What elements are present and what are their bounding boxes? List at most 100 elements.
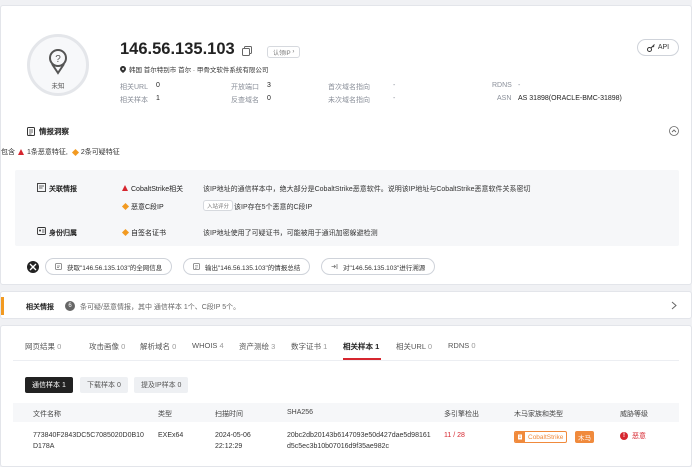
api-button[interactable]: API <box>637 39 679 56</box>
action-output-summary[interactable]: 输出"146.56.135.103"的情报总结 <box>183 258 311 275</box>
tab-count: 1 <box>323 342 328 351</box>
tab-web-results[interactable]: 网页结果 0 <box>25 341 61 352</box>
family-tag[interactable]: CobaltStrike <box>514 431 568 443</box>
claim-ip-label: 认领IP <box>273 50 291 57</box>
stat-value-first-domain: - <box>393 82 396 89</box>
desc-malicious-c-segment: 该IP存在5个恶意的C段IP <box>234 204 313 211</box>
tab-rdns[interactable]: RDNS 0 <box>448 341 476 350</box>
related-text: 条可疑/恶意情报，其中 通信样本 1个、C段IP 5个。 <box>80 304 241 311</box>
subtab-download-samples[interactable]: 下载样本 0 <box>80 377 128 393</box>
tab-count: 0 <box>471 341 476 350</box>
col-sha256: SHA256 <box>287 409 314 416</box>
avatar-label: 未知 <box>51 83 65 90</box>
subtab-comm-samples[interactable]: 通信样本 1 <box>25 377 73 393</box>
report-icon <box>193 263 200 270</box>
action-fetch-global-info[interactable]: 获取"146.56.135.103"的全网信息 <box>45 258 173 275</box>
col-scan-time: 扫描时间 <box>215 411 243 418</box>
malware-icon <box>515 432 525 442</box>
related-intel-bar[interactable]: 相关情报 6 条可疑/恶意情报，其中 通信样本 1个、C段IP 5个。 <box>0 291 692 319</box>
stat-value-asn[interactable]: AS 31898(ORACLE-BMC-31898) <box>518 95 622 102</box>
stat-label-reverse-domains: 反查域名 <box>231 97 259 104</box>
summary-prefix: 包含 <box>1 149 15 156</box>
tab-count: 0 <box>57 342 62 351</box>
stat-value-last-domain: - <box>393 95 396 102</box>
stat-value-ports[interactable]: 3 <box>267 82 271 89</box>
cell-filename-1[interactable]: 773840F2843DC5C7085020D0B10 <box>33 432 144 439</box>
stat-label-ports: 开放端口 <box>231 84 259 91</box>
tab-count: 1 <box>375 342 380 351</box>
tab-attack-profile[interactable]: 攻击画像 0 <box>89 341 125 352</box>
chevron-right-icon[interactable] <box>671 301 677 310</box>
ip-title: 146.56.135.103 <box>120 40 235 58</box>
group-title-related: 关联情报 <box>49 186 77 193</box>
col-family: 木马家族和类型 <box>514 411 563 418</box>
ai-assistant-icon <box>27 261 39 273</box>
copy-icon[interactable] <box>242 46 252 56</box>
stat-label-first-domain: 首次域名指向 <box>328 84 370 91</box>
stat-value-reverse-domains[interactable]: 0 <box>267 95 271 102</box>
tab-asset-mapping[interactable]: 资产测绘 3 <box>239 341 275 352</box>
insight-header: 情报洞察 <box>27 126 69 137</box>
stat-label-last-domain: 未次域名指向 <box>328 97 370 104</box>
col-engines: 多引擎检出 <box>444 411 479 418</box>
tag-self-signed-cert: 自签名证书 <box>131 230 166 237</box>
subtab-mention-samples[interactable]: 提及IP样本 0 <box>134 377 189 393</box>
tab-certificates[interactable]: 数字证书 1 <box>291 341 327 352</box>
tab-label: 攻击画像 <box>89 342 119 351</box>
ip-summary-card: ? 未知 146.56.135.103 认领IP › 韩国 首尔特别市 首尔 ·… <box>0 5 692 285</box>
tab-label: RDNS <box>448 341 470 350</box>
svg-text:?: ? <box>55 54 61 65</box>
tab-related-samples[interactable]: 相关样本 1 <box>343 341 379 352</box>
stat-value-urls[interactable]: 0 <box>156 82 160 89</box>
cell-detections: 11 / 28 <box>444 432 465 439</box>
tab-label: 资产测绘 <box>239 342 269 351</box>
tag-malicious-c-segment: 恶意C段IP <box>131 204 164 211</box>
tab-resolved-domains[interactable]: 解析域名 0 <box>140 341 176 352</box>
insight-doc-icon <box>27 127 35 136</box>
malicious-triangle-icon <box>122 185 128 191</box>
action-trace-label: 对"146.56.135.103"进行溯源 <box>343 264 426 272</box>
alert-icon: ! <box>620 432 628 440</box>
col-threat-level: 威胁等级 <box>620 411 648 418</box>
stat-label-urls: 相关URL <box>120 84 149 91</box>
threat-level-label: 恶意 <box>632 433 646 440</box>
desc-self-signed-cert: 该IP地址使用了可疑证书，可能被用于通讯加密躲避检测 <box>203 230 378 237</box>
cell-filename-2[interactable]: D178A <box>33 443 54 450</box>
stat-value-samples[interactable]: 1 <box>156 95 160 102</box>
tab-label: 相关样本 <box>343 342 373 351</box>
claim-ip-button[interactable]: 认领IP › <box>267 46 301 58</box>
tab-label: 网页结果 <box>25 342 55 351</box>
malicious-triangle-icon <box>18 149 24 155</box>
group-title-identity: 身份归属 <box>49 230 77 237</box>
suspicious-diamond-icon <box>71 148 79 156</box>
tab-count: 0 <box>427 342 432 351</box>
col-type: 类型 <box>158 411 172 418</box>
tabs-divider <box>13 360 679 361</box>
tab-count: 0 <box>121 342 126 351</box>
cell-type: EXEx64 <box>158 432 184 439</box>
tab-whois[interactable]: WHOIS 4 <box>192 341 224 350</box>
related-accent-bar <box>1 297 4 315</box>
tab-count: 3 <box>271 342 276 351</box>
cell-time: 22:12:29 <box>215 443 243 450</box>
cell-sha-1[interactable]: 20bc2db20143b6147093e50d427dae5d98161 <box>287 432 431 439</box>
cell-sha-2[interactable]: d5c5ec3b10b07016d9f35ae982c <box>287 443 389 450</box>
family-name: CobaltStrike <box>528 433 564 441</box>
api-label: API <box>657 44 670 51</box>
related-badge-count: 6 <box>68 303 72 309</box>
trace-icon <box>331 264 338 269</box>
collapse-icon[interactable] <box>669 126 679 136</box>
api-key-icon <box>646 43 655 52</box>
tab-label: WHOIS <box>192 341 218 350</box>
stat-label-rdns: RDNS <box>492 82 512 89</box>
identity-card-icon <box>37 227 46 235</box>
family-type-tag: 木马 <box>575 431 594 443</box>
action-trace-source[interactable]: 对"146.56.135.103"进行溯源 <box>321 258 436 275</box>
tab-related-urls[interactable]: 相关URL 0 <box>396 341 432 352</box>
unknown-location-icon: ? <box>49 49 67 75</box>
related-title: 相关情报 <box>26 304 54 311</box>
desc-cobaltstrike: 该IP地址的通信样本中，绝大部分是CobaltStrike恶意软件。说明该IP地… <box>203 186 531 193</box>
inbound-score-chip: 入站评分 <box>203 200 234 211</box>
globe-doc-icon <box>55 263 62 270</box>
action-output-label: 输出"146.56.135.103"的情报总结 <box>205 264 301 272</box>
